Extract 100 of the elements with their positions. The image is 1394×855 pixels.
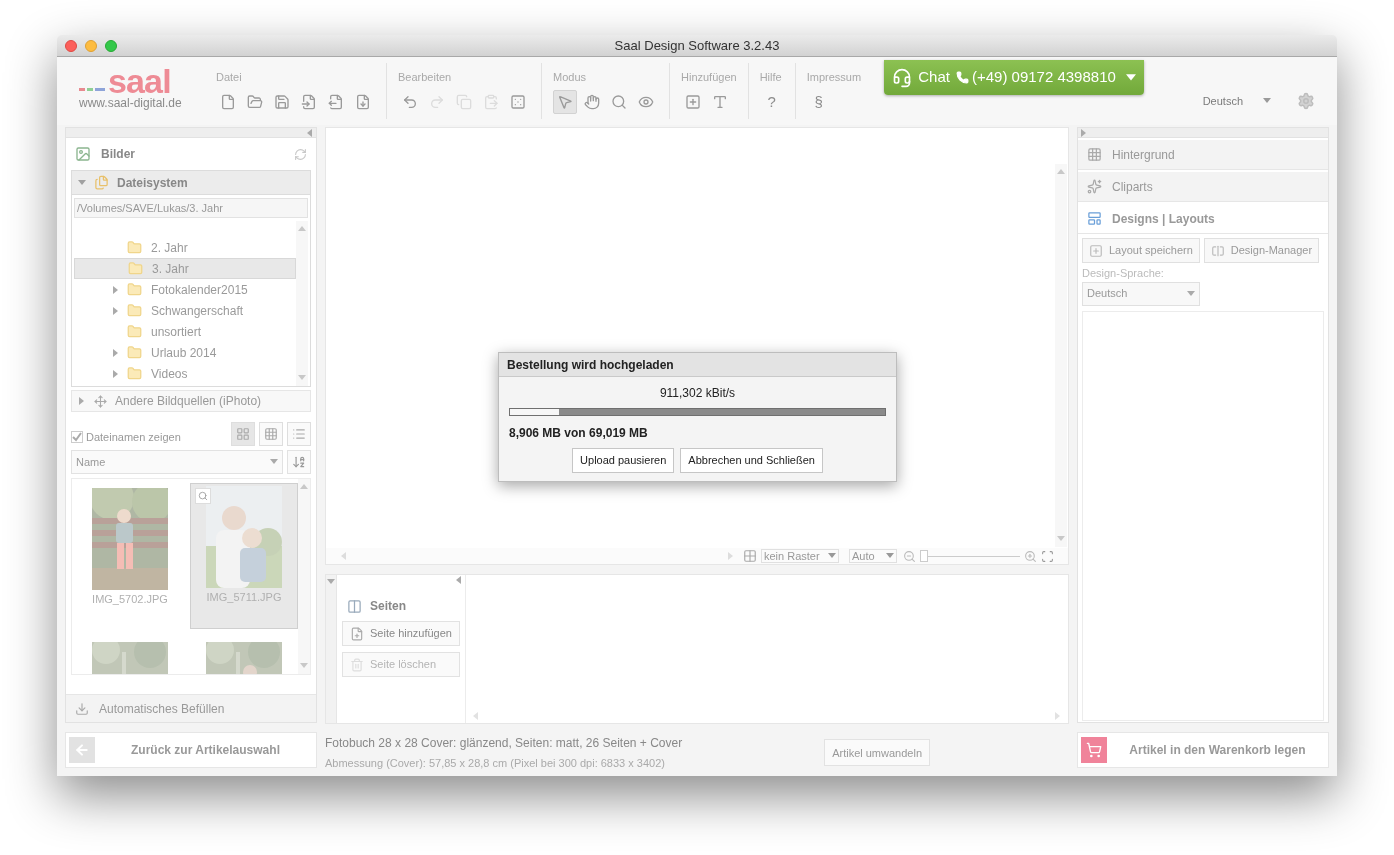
dialog-button[interactable]: Upload pausieren bbox=[572, 448, 675, 473]
upload-speed: 911,302 kBit/s bbox=[659, 385, 736, 402]
convert-button[interactable]: Artikel umwandeln bbox=[824, 739, 930, 767]
caret-icon[interactable] bbox=[828, 552, 836, 560]
grid-icon[interactable] bbox=[743, 549, 757, 563]
image-icon bbox=[75, 146, 91, 162]
scroll-up-icon[interactable] bbox=[1057, 168, 1065, 176]
scroll-up-icon[interactable] bbox=[300, 483, 308, 491]
add-to-cart-button[interactable]: Artikel in den Warenkorb legen bbox=[1077, 732, 1329, 768]
folder-row[interactable]: Fotokalender2015 bbox=[74, 279, 296, 300]
collapse-icon[interactable] bbox=[455, 576, 463, 584]
design-action-button[interactable]: Design-Manager bbox=[1203, 238, 1320, 263]
caret-icon[interactable] bbox=[78, 178, 86, 187]
toolbar-group-label: Hinzufügen bbox=[681, 71, 737, 84]
window-title: Saal Design Software 3.2.43 bbox=[614, 36, 780, 55]
expand-icon[interactable] bbox=[112, 369, 120, 378]
scroll-right-icon[interactable] bbox=[727, 552, 735, 560]
arrow-left-icon bbox=[74, 742, 90, 758]
toolbar-group-label: Modus bbox=[553, 71, 588, 84]
folder-row[interactable]: 3. Jahr bbox=[74, 258, 296, 279]
add-frame-icon bbox=[685, 94, 701, 110]
chat-button[interactable]: Chat (+49) 09172 4398810 bbox=[884, 60, 1145, 95]
close-icon[interactable] bbox=[65, 39, 77, 52]
scroll-down-icon[interactable] bbox=[1057, 535, 1065, 543]
filesystem-header[interactable]: Dateisystem bbox=[72, 171, 310, 195]
settings-icon[interactable] bbox=[1297, 92, 1315, 110]
page-action-button[interactable]: Seite hinzufügen bbox=[342, 621, 460, 646]
folder-row[interactable]: unsortiert bbox=[74, 321, 296, 342]
toolbar-button[interactable]: § bbox=[806, 90, 831, 114]
upload-amount: 8,906 MB von 69,019 MB bbox=[509, 425, 649, 442]
folder-icon bbox=[247, 94, 263, 110]
expand-icon[interactable] bbox=[112, 306, 120, 315]
slider-thumb[interactable] bbox=[920, 550, 928, 562]
scrollbar[interactable] bbox=[1055, 164, 1067, 547]
scrollbar[interactable] bbox=[296, 221, 308, 386]
caret-icon[interactable] bbox=[886, 552, 894, 560]
add-text-icon bbox=[712, 94, 728, 110]
folder-row[interactable]: Videos bbox=[74, 363, 296, 384]
caret-icon[interactable] bbox=[1263, 97, 1271, 105]
zoom-select[interactable]: Auto bbox=[849, 549, 897, 563]
toolbar-group-label: Impressum bbox=[806, 71, 862, 84]
design-language-select[interactable]: Deutsch bbox=[1082, 281, 1200, 306]
caret-icon[interactable] bbox=[270, 458, 278, 466]
small-grid-icon bbox=[264, 427, 278, 441]
sort-direction-button[interactable] bbox=[287, 450, 311, 474]
zoom-in-icon[interactable] bbox=[1024, 549, 1037, 563]
folder-icon bbox=[128, 261, 143, 276]
thumbnail[interactable]: IMG_5711.JPG bbox=[190, 483, 298, 629]
zoom-icon[interactable] bbox=[105, 39, 117, 52]
scroll-down-icon[interactable] bbox=[300, 662, 308, 670]
sort-select[interactable]: Name bbox=[71, 450, 283, 474]
cart-icon bbox=[1086, 742, 1102, 758]
grid-select[interactable]: kein Raster bbox=[761, 549, 839, 563]
collapse-icon[interactable] bbox=[327, 578, 335, 586]
view-mode-button[interactable] bbox=[231, 422, 255, 446]
minimize-icon[interactable] bbox=[85, 39, 97, 52]
expand-icon[interactable] bbox=[112, 348, 120, 357]
files-icon bbox=[94, 175, 109, 190]
caret-icon[interactable] bbox=[1187, 289, 1195, 298]
add-page-icon bbox=[350, 626, 364, 641]
section-header[interactable]: Cliparts bbox=[1078, 172, 1328, 202]
layout-icon bbox=[1087, 211, 1102, 226]
scroll-up-icon[interactable] bbox=[298, 225, 306, 233]
thumbnail[interactable]: IMG_5702.JPG bbox=[76, 485, 184, 629]
language-select[interactable]: Deutsch bbox=[1202, 92, 1271, 110]
refresh-icon[interactable] bbox=[294, 147, 307, 161]
folder-row[interactable]: Urlaub 2014 bbox=[74, 342, 296, 363]
logo-dashes-icon bbox=[79, 88, 107, 92]
scroll-left-icon[interactable] bbox=[472, 712, 480, 720]
caret-icon[interactable] bbox=[78, 397, 86, 405]
thumbnail-filename: IMG_5711.JPG bbox=[206, 590, 282, 605]
scroll-down-icon[interactable] bbox=[298, 374, 306, 382]
design-action-button[interactable]: Layout speichern bbox=[1082, 238, 1200, 263]
zoom-out-icon[interactable] bbox=[903, 549, 916, 563]
panel-title: Seiten bbox=[370, 598, 406, 615]
auto-fill-button[interactable]: Automatisches Befüllen bbox=[66, 694, 316, 722]
collapse-icon[interactable] bbox=[306, 128, 314, 137]
other-sources-header[interactable]: Andere Bildquellen (iPhoto) bbox=[71, 390, 311, 412]
view-mode-button[interactable] bbox=[259, 422, 283, 446]
page-icon bbox=[220, 94, 236, 110]
caret-icon[interactable] bbox=[1125, 72, 1136, 83]
scrollbar[interactable] bbox=[298, 479, 310, 674]
collapse-icon[interactable] bbox=[1080, 128, 1088, 137]
scroll-left-icon[interactable] bbox=[340, 552, 348, 560]
section-header[interactable]: Hintergrund bbox=[1078, 140, 1328, 170]
expand-icon[interactable] bbox=[112, 285, 120, 294]
toolbar-button[interactable] bbox=[553, 90, 577, 114]
magnifier-button[interactable] bbox=[195, 488, 211, 504]
folder-row[interactable]: 2. Jahr bbox=[74, 237, 296, 258]
zoom-slider[interactable] bbox=[920, 550, 1020, 562]
view-mode-button[interactable] bbox=[287, 422, 311, 446]
dialog-button[interactable]: Abbrechen und Schließen bbox=[680, 448, 823, 473]
back-button[interactable]: Zurück zur Artikelauswahl bbox=[65, 732, 317, 768]
product-description: Fotobuch 28 x 28 Cover: glänzend, Seiten: matt, 26 Seiten + Cover bbox=[325, 735, 683, 752]
show-filenames-checkbox[interactable]: Dateinamen zeigen bbox=[71, 428, 181, 446]
fit-zoom-icon[interactable] bbox=[1041, 549, 1054, 563]
path-field[interactable]: /Volumes/SAVE/Lukas/3. Jahr bbox=[74, 198, 308, 218]
folder-row[interactable]: Schwangerschaft bbox=[74, 300, 296, 321]
toolbar-button[interactable]: ? bbox=[759, 90, 784, 114]
scroll-right-icon[interactable] bbox=[1054, 712, 1062, 720]
